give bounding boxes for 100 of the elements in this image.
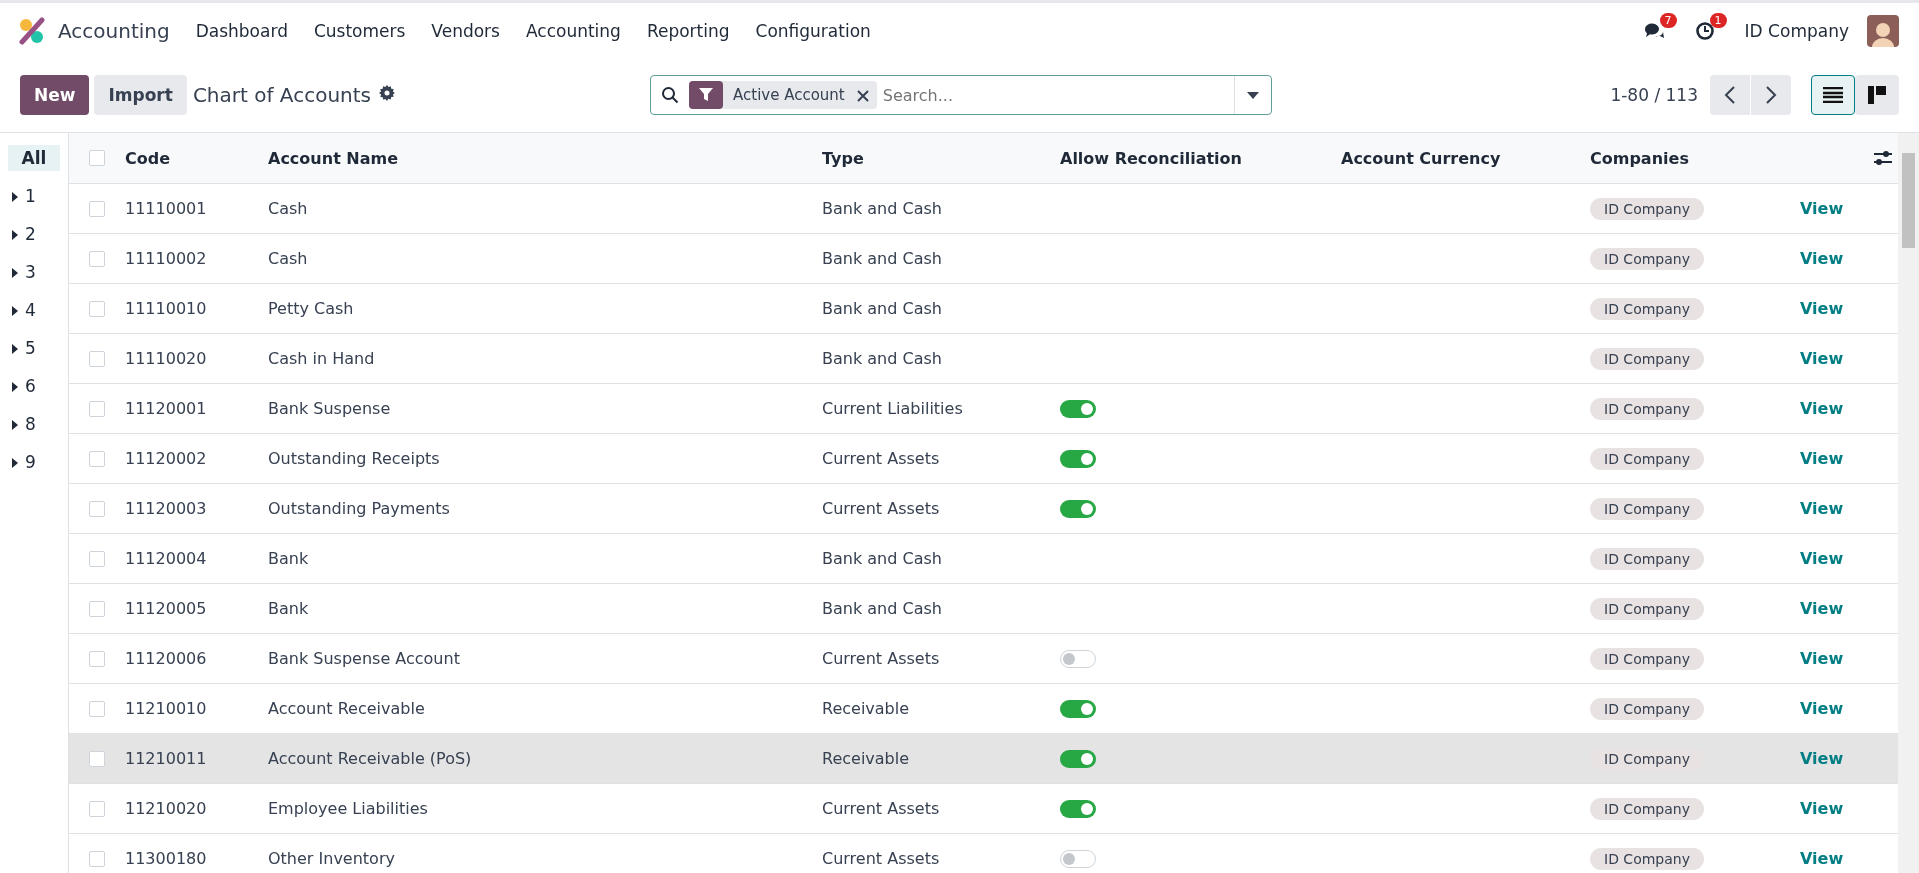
reconciliation-toggle[interactable] [1060, 799, 1096, 818]
column-header[interactable]: Type [822, 133, 1060, 184]
row-checkbox[interactable] [89, 800, 105, 817]
column-header[interactable]: Companies [1590, 133, 1800, 184]
row-checkbox[interactable] [89, 400, 105, 417]
select-all-checkbox[interactable] [89, 150, 105, 166]
row-checkbox[interactable] [89, 350, 105, 367]
reconciliation-toggle[interactable] [1060, 649, 1096, 668]
app-name[interactable]: Accounting [58, 18, 170, 43]
view-link[interactable]: View [1800, 299, 1844, 318]
view-link[interactable]: View [1800, 799, 1844, 818]
table-row[interactable]: 11120001 Bank Suspense Current Liabilities ID Company View [69, 383, 1898, 434]
table-row[interactable]: 11110010 Petty Cash Bank and Cash ID Company View [69, 283, 1898, 334]
column-header[interactable]: Allow Reconciliation [1060, 133, 1341, 184]
row-checkbox[interactable] [89, 600, 105, 617]
reconciliation-toggle[interactable] [1060, 499, 1096, 518]
view-link[interactable]: View [1800, 199, 1844, 218]
dropdown-caret-icon[interactable] [1247, 91, 1259, 99]
menu-item[interactable]: Accounting [525, 20, 621, 41]
reconciliation-toggle[interactable] [1060, 849, 1096, 868]
column-header[interactable]: Account Currency [1341, 133, 1590, 184]
sidebar-item[interactable]: All [8, 145, 60, 171]
sidebar-item[interactable]: 4 [8, 291, 60, 329]
row-checkbox[interactable] [89, 650, 105, 667]
table-row[interactable]: 11110020 Cash in Hand Bank and Cash ID Company View [69, 333, 1898, 384]
row-checkbox[interactable] [89, 500, 105, 517]
filter-facet[interactable]: Active Account [689, 81, 877, 109]
view-link[interactable]: View [1800, 249, 1844, 268]
list-view-button[interactable] [1811, 75, 1855, 115]
table-cell: Cash in Hand [268, 333, 822, 384]
table-row[interactable]: 11120003 Outstanding Payments Current Assets ID Company View [69, 483, 1898, 534]
view-link[interactable]: View [1800, 649, 1844, 668]
table-cell: Bank Suspense [268, 383, 822, 434]
next-page-button[interactable] [1751, 75, 1791, 115]
table-row[interactable]: 11110002 Cash Bank and Cash ID Company View [69, 233, 1898, 284]
app-logo-icon[interactable] [18, 16, 46, 45]
search-field[interactable]: Active Account Search... [650, 75, 1272, 115]
sidebar-item[interactable]: 1 [8, 177, 60, 215]
table-cell: Outstanding Payments [268, 483, 822, 534]
menu-item[interactable]: Reporting [646, 20, 730, 41]
row-checkbox[interactable] [89, 700, 105, 717]
pager-range[interactable]: 1-80 / 113 [1610, 85, 1698, 105]
row-checkbox[interactable] [89, 200, 105, 217]
sidebar-item[interactable]: 2 [8, 215, 60, 253]
sidebar-item[interactable]: 5 [8, 329, 60, 367]
view-link[interactable]: View [1800, 449, 1844, 468]
menu-item[interactable]: Dashboard [195, 20, 288, 41]
menu-item[interactable]: Customers [313, 20, 406, 41]
row-checkbox[interactable] [89, 750, 105, 767]
import-button[interactable]: Import [94, 75, 187, 115]
scrollbar-thumb[interactable] [1902, 153, 1915, 248]
table-row[interactable]: 11120005 Bank Bank and Cash ID Company View [69, 583, 1898, 634]
view-link[interactable]: View [1800, 749, 1844, 768]
clock-icon[interactable] [1694, 20, 1715, 41]
caret-icon [12, 458, 18, 468]
company-tag: ID Company [1590, 547, 1704, 570]
settings-icon[interactable] [379, 85, 395, 101]
row-checkbox[interactable] [89, 850, 105, 867]
view-link[interactable]: View [1800, 499, 1844, 518]
sidebar-item[interactable]: 6 [8, 367, 60, 405]
view-link[interactable]: View [1800, 699, 1844, 718]
sidebar-item[interactable]: 9 [8, 443, 60, 481]
new-button[interactable]: New [20, 75, 90, 115]
table-row[interactable]: 11110001 Cash Bank and Cash ID Company View [69, 183, 1898, 234]
table-row[interactable]: 11120004 Bank Bank and Cash ID Company View [69, 533, 1898, 584]
sidebar-item[interactable]: 8 [8, 405, 60, 443]
column-settings-icon[interactable] [1874, 150, 1892, 166]
view-link[interactable]: View [1800, 599, 1844, 618]
table-row[interactable]: 11120002 Outstanding Receipts Current Assets ID Company View [69, 433, 1898, 484]
company-name[interactable]: ID Company [1744, 20, 1849, 41]
view-link[interactable]: View [1800, 399, 1844, 418]
view-link[interactable]: View [1800, 549, 1844, 568]
row-checkbox[interactable] [89, 300, 105, 317]
column-header[interactable]: Code [125, 133, 268, 184]
reconciliation-toggle[interactable] [1060, 449, 1096, 468]
table-row[interactable]: 11120006 Bank Suspense Account Current Assets ID Company View [69, 633, 1898, 684]
company-tag: ID Company [1590, 847, 1704, 870]
view-link[interactable]: View [1800, 349, 1844, 368]
table-row[interactable]: 11210011 Account Receivable (PoS) Receivable ID Company View [69, 733, 1898, 784]
menu-item[interactable]: Vendors [431, 20, 500, 41]
row-checkbox[interactable] [89, 250, 105, 267]
avatar-icon[interactable] [1867, 14, 1899, 47]
previous-page-button[interactable] [1710, 75, 1750, 115]
search-icon [661, 86, 679, 104]
reconciliation-toggle[interactable] [1060, 749, 1096, 768]
notification-badge: 7 [1659, 12, 1677, 28]
row-checkbox[interactable] [89, 450, 105, 467]
table-row[interactable]: 11300180 Other Inventory Current Assets ID Company View [69, 833, 1898, 873]
reconciliation-toggle[interactable] [1060, 699, 1096, 718]
table-row[interactable]: 11210020 Employee Liabilities Current Assets ID Company View [69, 783, 1898, 834]
row-checkbox[interactable] [89, 550, 105, 567]
table-row[interactable]: 11210010 Account Receivable Receivable ID Company View [69, 683, 1898, 734]
reconciliation-toggle[interactable] [1060, 399, 1096, 418]
view-link[interactable]: View [1800, 849, 1844, 868]
column-header[interactable]: Account Name [268, 133, 822, 184]
kanban-view-button[interactable] [1855, 75, 1899, 115]
table-cell: Bank and Cash [822, 583, 1060, 634]
table-cell: 11110010 [125, 283, 268, 334]
sidebar-item[interactable]: 3 [8, 253, 60, 291]
menu-item[interactable]: Configuration [755, 20, 871, 41]
